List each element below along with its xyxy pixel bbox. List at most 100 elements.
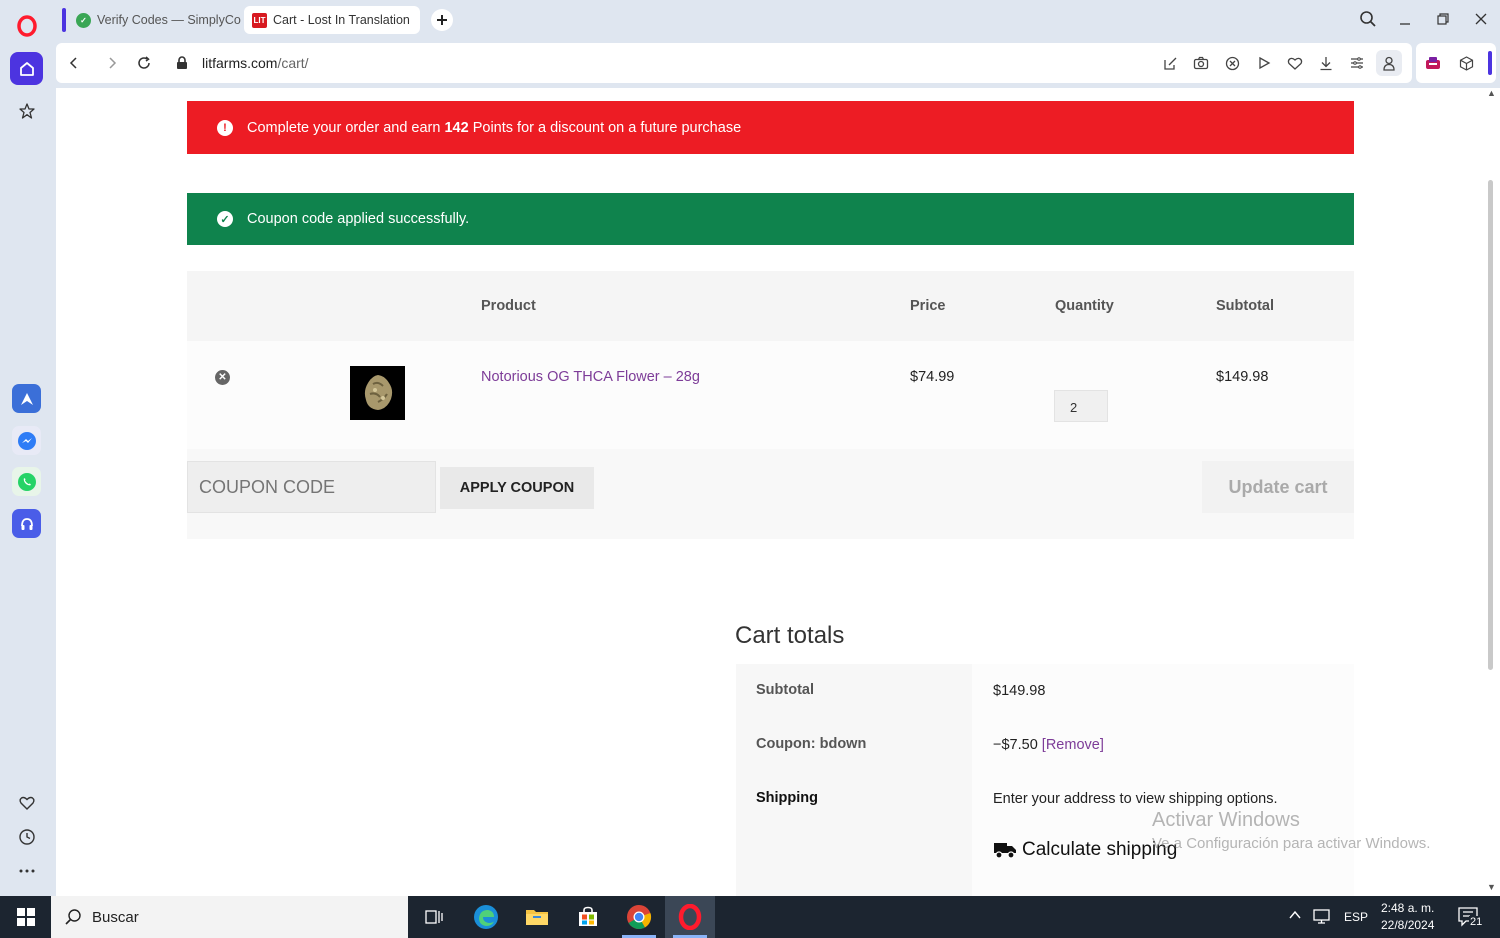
apply-coupon-button[interactable]: APPLY COUPON xyxy=(440,467,594,509)
header-product: Product xyxy=(481,298,536,314)
play-icon[interactable] xyxy=(1254,53,1274,73)
clock[interactable]: 2:48 a. m. 22/8/2024 xyxy=(1381,900,1434,934)
search-icon xyxy=(65,909,81,925)
opera-sidebar xyxy=(0,0,52,896)
url-path: /cart/ xyxy=(277,55,309,71)
remove-coupon-link[interactable]: [Remove] xyxy=(1042,737,1104,753)
easy-setup-icon[interactable] xyxy=(1347,53,1367,73)
edit-share-icon[interactable] xyxy=(1160,53,1180,73)
new-tab-button[interactable] xyxy=(431,9,453,31)
extensions-bar xyxy=(1416,43,1496,83)
tab-verify-codes[interactable]: ✓ Verify Codes — SimplyCo xyxy=(68,6,242,34)
whatsapp-icon[interactable] xyxy=(12,467,41,496)
music-player-icon[interactable] xyxy=(12,509,41,538)
windows-activation-subtitle: Ve a Configuración para activar Windows. xyxy=(1152,835,1431,852)
reload-icon[interactable] xyxy=(134,53,154,73)
tab-search-icon[interactable] xyxy=(1357,8,1379,30)
edge-icon[interactable] xyxy=(461,896,511,938)
download-icon[interactable] xyxy=(1316,53,1336,73)
forward-icon[interactable] xyxy=(102,53,122,73)
bookmark-heart-icon[interactable] xyxy=(1285,53,1305,73)
points-prefix: Complete your order and earn xyxy=(247,119,445,136)
coupon-discount-value: −$7.50 xyxy=(993,737,1038,753)
tab-title: Cart - Lost In Translation xyxy=(273,13,410,27)
opera-logo-icon[interactable] xyxy=(10,9,43,42)
lock-icon[interactable] xyxy=(172,53,192,73)
product-name-link[interactable]: Notorious OG THCA Flower – 28g xyxy=(481,369,700,385)
quantity-input[interactable]: 2 xyxy=(1054,390,1108,422)
remove-item-icon[interactable]: ✕ xyxy=(215,370,230,385)
subtotal-value: $149.98 xyxy=(972,664,1354,718)
points-notice-text: Complete your order and earn 142 Points … xyxy=(247,120,741,136)
back-icon[interactable] xyxy=(64,53,84,73)
notifications-icon[interactable]: 21 xyxy=(1457,906,1484,931)
close-window-icon[interactable] xyxy=(1470,8,1492,30)
star-icon[interactable] xyxy=(10,94,43,127)
microsoft-store-icon[interactable] xyxy=(563,896,613,938)
network-icon[interactable] xyxy=(1313,908,1333,927)
minimize-icon[interactable] xyxy=(1394,8,1416,30)
scroll-up-icon[interactable]: ▲ xyxy=(1487,88,1496,98)
search-placeholder: Buscar xyxy=(92,909,139,926)
tray-chevron-icon[interactable] xyxy=(1288,908,1302,925)
language-indicator[interactable]: ESP xyxy=(1344,910,1368,924)
history-icon[interactable] xyxy=(10,820,43,853)
shipping-cell: Enter your address to view shipping opti… xyxy=(972,772,1354,896)
extensions-cube-icon[interactable] xyxy=(1456,53,1476,73)
url-domain: litfarms.com xyxy=(202,55,278,71)
product-thumbnail[interactable] xyxy=(350,366,405,420)
more-icon[interactable] xyxy=(10,854,43,887)
clock-date: 22/8/2024 xyxy=(1381,918,1435,932)
coupon-success-notice: ✓ Coupon code applied successfully. xyxy=(187,193,1354,245)
update-cart-button[interactable]: Update cart xyxy=(1202,461,1354,513)
taskbar-search-box[interactable]: Buscar xyxy=(51,896,408,938)
coupon-code-input[interactable] xyxy=(187,461,436,513)
profile-icon[interactable] xyxy=(1376,50,1402,76)
windows-taskbar: Buscar ESP 2:48 a. m. 22/8/2024 21 xyxy=(0,896,1500,938)
coupon-discount: −$7.50 [Remove] xyxy=(972,718,1354,772)
page-viewport: ! Complete your order and earn 142 Point… xyxy=(56,88,1484,896)
aria-app-icon[interactable] xyxy=(12,384,41,413)
shipping-label: Shipping xyxy=(736,772,972,896)
page-scrollbar[interactable]: ▲ ▼ xyxy=(1484,88,1500,896)
heart-icon[interactable] xyxy=(10,786,43,819)
home-icon[interactable] xyxy=(10,52,43,85)
header-subtotal: Subtotal xyxy=(1216,298,1274,314)
tab-cart[interactable]: LIT Cart - Lost In Translation xyxy=(244,6,420,34)
clock-time: 2:48 a. m. xyxy=(1381,901,1435,915)
scroll-down-icon[interactable]: ▼ xyxy=(1487,882,1496,892)
opera-taskbar-icon[interactable] xyxy=(665,896,715,938)
check-circle-icon: ✓ xyxy=(217,211,233,227)
notification-count: 21 xyxy=(1469,916,1484,928)
chrome-icon[interactable] xyxy=(614,896,664,938)
restore-icon[interactable] xyxy=(1432,8,1454,30)
task-view-icon[interactable] xyxy=(409,896,459,938)
points-suffix: Points for a discount on a future purcha… xyxy=(468,119,742,136)
lit-icon: LIT xyxy=(252,12,267,28)
product-price: $74.99 xyxy=(910,369,955,385)
adblock-icon[interactable] xyxy=(1222,53,1242,73)
coupon-label: Coupon: bdown xyxy=(736,718,972,772)
simplycodes-icon: ✓ xyxy=(76,12,91,28)
scrollbar-thumb[interactable] xyxy=(1488,180,1493,670)
camera-icon[interactable] xyxy=(1191,53,1211,73)
file-explorer-icon[interactable] xyxy=(512,896,562,938)
shopping-extension-icon[interactable] xyxy=(1423,53,1443,73)
truck-icon xyxy=(994,843,1016,859)
address-bar: litfarms.com/cart/ xyxy=(56,43,1412,83)
header-price: Price xyxy=(910,298,946,314)
points-value: 142 xyxy=(444,119,469,136)
shipping-text: Enter your address to view shipping opti… xyxy=(993,791,1278,807)
messenger-icon[interactable] xyxy=(12,426,41,455)
url-field[interactable]: litfarms.com/cart/ xyxy=(202,55,309,71)
sidebar-toggle-indicator[interactable] xyxy=(1488,51,1492,75)
cart-table-header xyxy=(187,271,1354,341)
tab-title: Verify Codes — SimplyCo xyxy=(97,13,241,27)
alert-icon: ! xyxy=(217,119,233,136)
cart-totals-title: Cart totals xyxy=(735,622,845,649)
windows-activation-title: Activar Windows xyxy=(1152,809,1300,831)
coupon-success-text: Coupon code applied successfully. xyxy=(247,211,470,227)
header-quantity: Quantity xyxy=(1055,298,1114,314)
subtotal-label: Subtotal xyxy=(736,664,972,718)
windows-start-icon[interactable] xyxy=(0,896,51,938)
